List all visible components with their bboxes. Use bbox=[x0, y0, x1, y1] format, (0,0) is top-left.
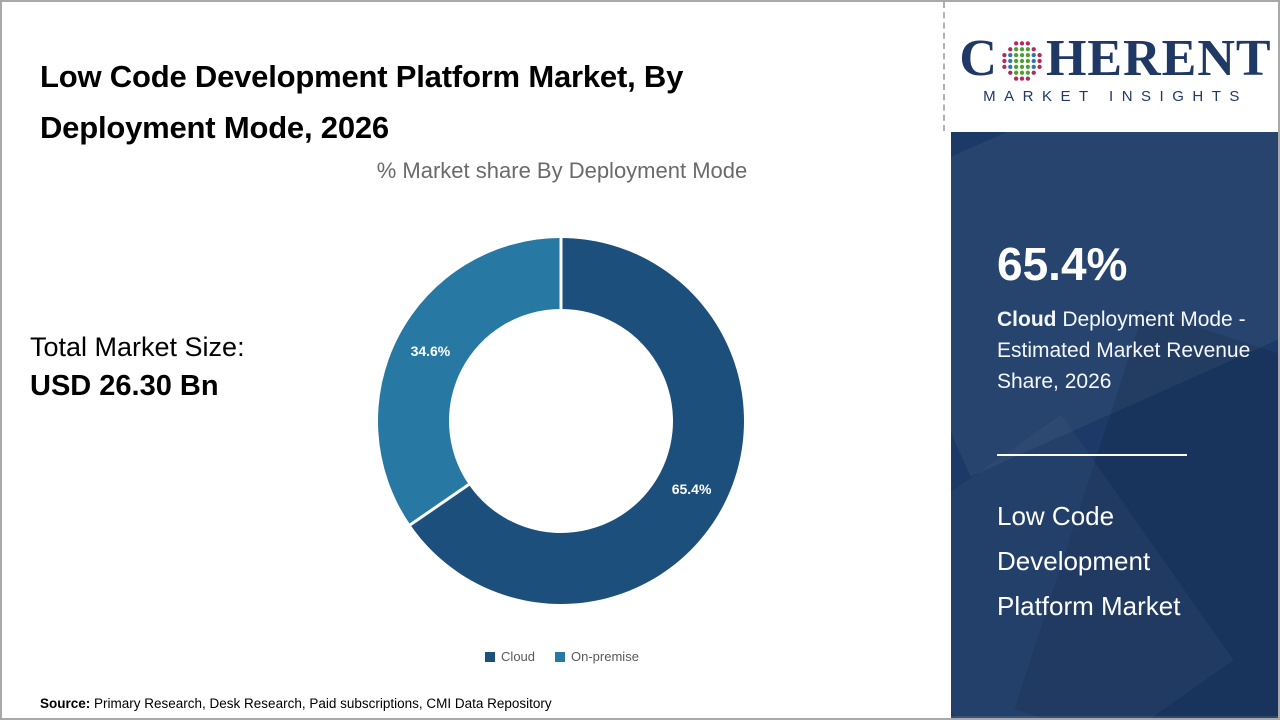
logo-letter-c: C bbox=[959, 30, 998, 87]
globe-dot bbox=[1019, 70, 1025, 75]
globe-dot bbox=[1025, 76, 1030, 81]
infographic-page: Low Code Development Platform Market, By… bbox=[0, 0, 1280, 720]
sidebar-stat-description: Cloud Deployment Mode - Estimated Market… bbox=[997, 304, 1255, 397]
globe-dot bbox=[1013, 70, 1019, 75]
globe-dot bbox=[1031, 47, 1036, 52]
globe-dot bbox=[1031, 64, 1036, 70]
chart-subtitle: % Market share By Deployment Mode bbox=[376, 158, 748, 183]
donut-chart: 65.4% 34.6% bbox=[376, 236, 746, 606]
globe-dot bbox=[1013, 58, 1019, 64]
chart-legend: Cloud On-premise bbox=[172, 649, 952, 664]
source-label: Source: bbox=[40, 696, 91, 711]
globe-dot bbox=[1013, 76, 1019, 81]
brand-logo-subtitle: MARKET INSIGHTS bbox=[983, 88, 1248, 105]
source-text: Primary Research, Desk Research, Paid su… bbox=[90, 696, 552, 711]
globe-dot bbox=[1002, 64, 1007, 70]
slice-label-cloud: 65.4% bbox=[671, 480, 712, 497]
globe-dot bbox=[1025, 47, 1030, 52]
legend-swatch bbox=[485, 652, 496, 662]
globe-dot bbox=[1031, 58, 1036, 64]
globe-dot bbox=[1008, 52, 1013, 58]
globe-dot bbox=[1031, 52, 1036, 58]
donut-slice-on-premise bbox=[378, 238, 561, 525]
sidebar-divider bbox=[997, 454, 1187, 456]
brand-logo: C HERENT MARKET INSIGHTS bbox=[951, 2, 1278, 132]
header-dashed-divider bbox=[943, 2, 945, 131]
donut-chart-svg bbox=[378, 238, 745, 604]
legend-swatch bbox=[555, 652, 566, 662]
page-title: Low Code Development Platform Market, By… bbox=[40, 58, 684, 145]
globe-dot bbox=[1031, 70, 1036, 75]
legend-label: On-premise bbox=[571, 649, 639, 664]
globe-dot bbox=[1019, 52, 1025, 58]
globe-dot bbox=[1013, 47, 1019, 52]
globe-dot bbox=[1025, 58, 1030, 64]
total-market-size-value: USD 26.30 Bn bbox=[30, 370, 219, 402]
globe-dot bbox=[1037, 52, 1042, 58]
sidebar: 65.4% Cloud Deployment Mode - Estimated … bbox=[951, 132, 1278, 718]
slice-label-on-premise: 34.6% bbox=[410, 343, 451, 360]
sidebar-stat-value: 65.4% bbox=[997, 238, 1128, 290]
globe-dots-icon bbox=[1002, 41, 1042, 81]
globe-dot bbox=[1008, 58, 1013, 64]
globe-dot bbox=[1013, 52, 1019, 58]
globe-dot bbox=[1019, 64, 1025, 70]
globe-dot bbox=[1013, 64, 1019, 70]
globe-dot bbox=[1013, 41, 1019, 46]
total-market-size: Total Market Size: USD 26.30 Bn bbox=[30, 328, 245, 406]
globe-dot bbox=[1025, 64, 1030, 70]
sidebar-stat-description-bold: Cloud bbox=[997, 308, 1057, 331]
globe-dot bbox=[1019, 76, 1025, 81]
globe-dot bbox=[1037, 58, 1042, 64]
logo-letters-herent: HERENT bbox=[1045, 30, 1272, 87]
total-market-size-label: Total Market Size: bbox=[30, 332, 245, 362]
globe-dot bbox=[1002, 58, 1007, 64]
source-note: Source: Primary Research, Desk Research,… bbox=[40, 696, 552, 711]
sidebar-market-name: Low Code Development Platform Market bbox=[997, 501, 1181, 621]
globe-dot bbox=[1008, 64, 1013, 70]
brand-logo-wordmark: C HERENT bbox=[959, 33, 1271, 85]
globe-dot bbox=[1037, 64, 1042, 70]
legend-item-cloud: Cloud bbox=[485, 649, 535, 664]
globe-dot bbox=[1019, 47, 1025, 52]
globe-dot bbox=[1019, 58, 1025, 64]
legend-item-on-premise: On-premise bbox=[555, 649, 639, 664]
globe-dot bbox=[1008, 70, 1013, 75]
globe-dot bbox=[1025, 52, 1030, 58]
legend-label: Cloud bbox=[501, 649, 536, 664]
globe-dot bbox=[1025, 41, 1030, 46]
globe-dot bbox=[1019, 41, 1025, 46]
globe-dot bbox=[1025, 70, 1030, 75]
globe-dot bbox=[1002, 52, 1007, 58]
globe-dot bbox=[1008, 47, 1013, 52]
